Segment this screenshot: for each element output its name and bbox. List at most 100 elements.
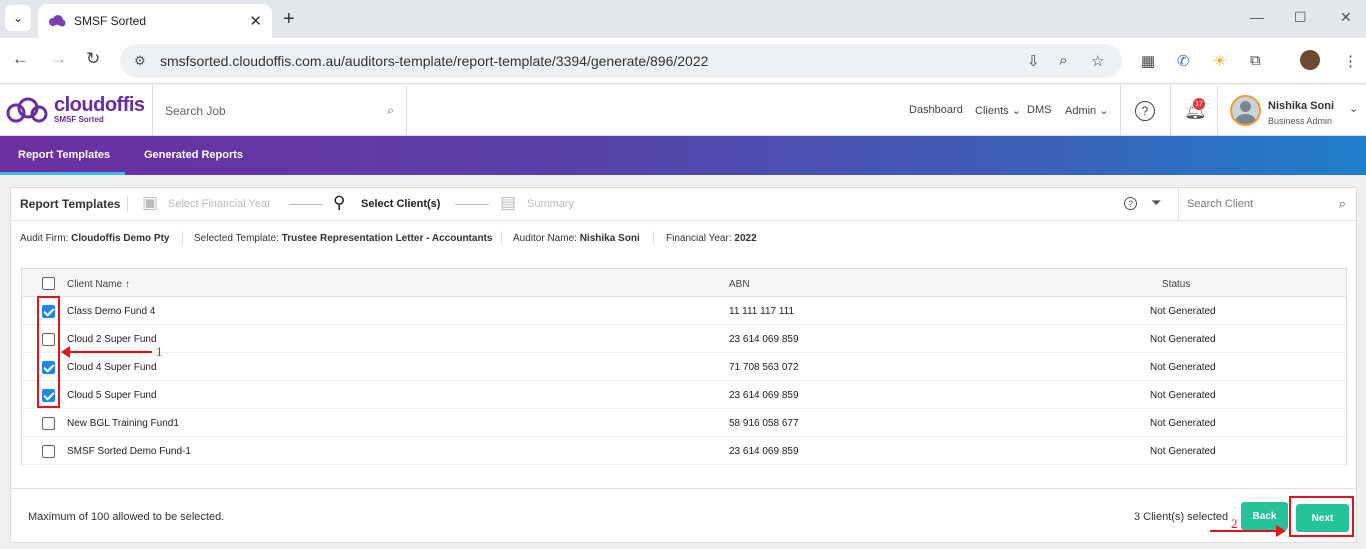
- auditor-value: Nishika Soni: [579, 233, 640, 244]
- client-status: Not Generated: [1150, 306, 1216, 317]
- client-name: Cloud 4 Super Fund: [67, 362, 157, 373]
- audit-firm-value: Cloudoffis Demo Pty: [71, 233, 170, 244]
- qr-extension-icon[interactable]: ▦: [1141, 52, 1155, 70]
- selection-info: Audit Firm: Cloudoffis Demo Pty Selected…: [11, 221, 1356, 254]
- client-name: SMSF Sorted Demo Fund-1: [67, 446, 191, 457]
- table-row[interactable]: Class Demo Fund 4 11 111 117 111 Not Gener…: [22, 297, 1346, 325]
- client-abn: 23 614 069 859: [729, 390, 799, 401]
- nav-clients[interactable]: Clients ⌄: [975, 104, 1021, 117]
- browser-tab[interactable]: SMSF Sorted ✕: [38, 4, 272, 38]
- user-avatar[interactable]: [1230, 95, 1261, 126]
- brand-subtitle: SMSF Sorted: [54, 115, 104, 124]
- browser-menu-icon[interactable]: ⋮: [1343, 52, 1358, 70]
- sort-ascending-icon: ↑: [124, 279, 130, 290]
- phone-extension-icon[interactable]: ✆: [1177, 52, 1190, 70]
- step-summary[interactable]: Summary: [527, 198, 574, 210]
- extensions-puzzle-icon[interactable]: ⧉: [1250, 52, 1261, 69]
- panel-title: Report Templates: [20, 197, 121, 211]
- column-client-name[interactable]: Client Name ↑: [67, 279, 130, 290]
- browser-tabstrip: ⌄ SMSF Sorted ✕ + — ☐ ✕: [0, 0, 1366, 38]
- nav-admin[interactable]: Admin ⌄: [1065, 104, 1108, 117]
- cloudoffis-logo[interactable]: cloudoffis SMSF Sorted: [6, 95, 145, 124]
- client-status: Not Generated: [1150, 418, 1216, 429]
- zoom-icon[interactable]: ⌕: [1059, 52, 1067, 69]
- table-row[interactable]: Cloud 5 Super Fund 23 614 069 859 Not Gene…: [22, 381, 1346, 409]
- user-menu-chevron-icon[interactable]: ⌄: [1349, 102, 1358, 115]
- install-app-icon[interactable]: ⇩: [1027, 52, 1040, 70]
- user-role: Business Admin: [1268, 116, 1333, 126]
- divider: [501, 231, 502, 245]
- search-icon[interactable]: ⌕: [387, 103, 394, 118]
- minimize-icon[interactable]: —: [1250, 9, 1264, 25]
- search-job-input[interactable]: Search Job ⌕: [152, 85, 407, 136]
- reload-icon[interactable]: ↻: [86, 49, 100, 69]
- client-status: Not Generated: [1150, 334, 1216, 345]
- client-abn: 58 916 058 677: [729, 418, 799, 429]
- tab-search-chevron-icon[interactable]: ⌄: [5, 5, 31, 31]
- table-row[interactable]: SMSF Sorted Demo Fund-1 23 614 069 859 Not…: [22, 437, 1346, 465]
- table-row[interactable]: New BGL Training Fund1 58 916 058 677 Not …: [22, 409, 1346, 437]
- user-name[interactable]: Nishika Soni: [1268, 100, 1334, 112]
- notification-badge: 17: [1193, 98, 1205, 110]
- nav-admin-label: Admin: [1065, 105, 1097, 117]
- annotation-arrow-1: [66, 351, 152, 353]
- table-header: Client Name ↑ ABN Status: [22, 269, 1346, 297]
- column-status: Status: [1162, 279, 1191, 290]
- sun-extension-icon[interactable]: ☀: [1213, 52, 1226, 70]
- auditor-name: Auditor Name: Nishika Soni: [513, 233, 640, 244]
- client-name: Class Demo Fund 4: [67, 306, 156, 317]
- client-abn: 23 614 069 859: [729, 334, 799, 345]
- help-icon[interactable]: ?: [1135, 101, 1155, 121]
- annotation-arrowhead-icon: [1276, 525, 1286, 537]
- search-client-input[interactable]: Search Client ⌕: [1178, 188, 1356, 221]
- divider: [182, 231, 183, 245]
- step-select-clients[interactable]: Select Client(s): [361, 198, 440, 210]
- new-tab-icon[interactable]: +: [283, 8, 295, 31]
- audit-firm-label: Audit Firm:: [20, 233, 69, 244]
- url-text: smsfsorted.cloudoffis.com.au/auditors-te…: [160, 53, 709, 69]
- client-name: New BGL Training Fund1: [67, 418, 179, 429]
- selected-count: 3 Client(s) selected: [1134, 511, 1229, 523]
- chevron-down-icon: ⌄: [1099, 105, 1109, 117]
- tab-report-templates[interactable]: Report Templates: [18, 149, 110, 161]
- nav-dms[interactable]: DMS: [1027, 104, 1051, 116]
- column-client-name-label: Client Name: [67, 279, 123, 290]
- site-settings-icon[interactable]: ⚙: [134, 53, 150, 69]
- client-name: Cloud 2 Super Fund: [67, 334, 157, 345]
- audit-firm: Audit Firm: Cloudoffis Demo Pty: [20, 233, 169, 244]
- sub-navigation: Report Templates Generated Reports: [0, 136, 1366, 175]
- table-row[interactable]: Cloud 4 Super Fund 71 708 563 072 Not Gene…: [22, 353, 1346, 381]
- logo-mark-icon: [6, 97, 48, 122]
- chevron-down-icon: ⌄: [1011, 105, 1021, 117]
- template-label: Selected Template:: [194, 233, 279, 244]
- clients-table: Client Name ↑ ABN Status Class Demo Fund…: [21, 268, 1347, 465]
- window-close-icon[interactable]: ✕: [1340, 9, 1352, 26]
- maximize-icon[interactable]: ☐: [1294, 9, 1307, 26]
- annotation-arrowhead-icon: [61, 346, 70, 358]
- nav-dashboard[interactable]: Dashboard: [909, 104, 963, 116]
- row-checkbox[interactable]: [42, 417, 55, 430]
- app-header: cloudoffis SMSF Sorted Search Job ⌕ Dash…: [0, 85, 1366, 136]
- row-checkbox[interactable]: [42, 445, 55, 458]
- client-name: Cloud 5 Super Fund: [67, 390, 157, 401]
- search-icon[interactable]: ⌕: [1339, 196, 1346, 212]
- tab-generated-reports[interactable]: Generated Reports: [144, 149, 243, 161]
- fy-label: Financial Year:: [666, 233, 732, 244]
- filter-icon[interactable]: ⏷: [1151, 195, 1161, 211]
- url-bar[interactable]: ⚙ smsfsorted.cloudoffis.com.au/auditors-…: [120, 44, 1122, 78]
- step-connector: [455, 204, 489, 205]
- tab-close-icon[interactable]: ✕: [249, 12, 262, 30]
- forward-arrow-icon[interactable]: →: [50, 49, 67, 69]
- back-arrow-icon[interactable]: ←: [12, 49, 29, 69]
- bookmark-star-icon[interactable]: ☆: [1091, 52, 1104, 70]
- help-icon[interactable]: ?: [1124, 197, 1137, 210]
- client-status: Not Generated: [1150, 362, 1216, 373]
- client-abn: 23 614 069 859: [729, 446, 799, 457]
- table-row[interactable]: Cloud 2 Super Fund 23 614 069 859 Not Gene…: [22, 325, 1346, 353]
- selected-template: Selected Template: Trustee Representatio…: [194, 233, 492, 244]
- browser-profile-avatar[interactable]: [1300, 50, 1320, 70]
- search-client-placeholder: Search Client: [1187, 198, 1254, 210]
- select-all-checkbox[interactable]: [42, 277, 55, 290]
- user-select-icon: ⚲: [333, 193, 346, 212]
- step-select-financial-year[interactable]: Select Financial Year: [168, 198, 271, 210]
